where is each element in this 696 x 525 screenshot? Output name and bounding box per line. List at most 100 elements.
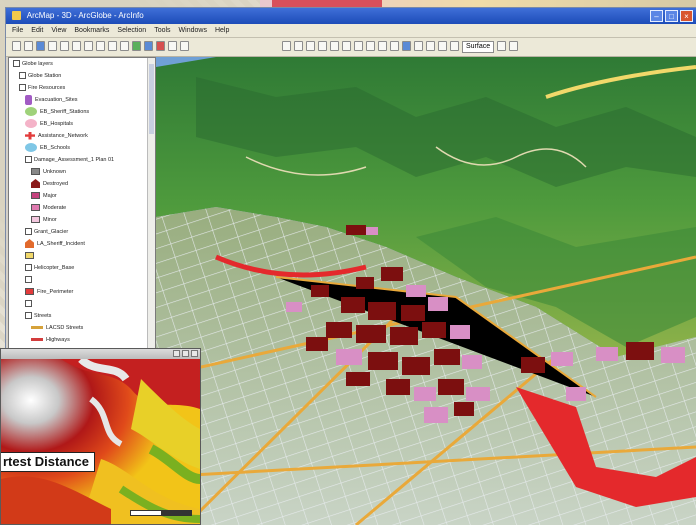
save-icon[interactable] (36, 41, 45, 51)
delete-icon[interactable] (96, 41, 105, 51)
toc-layer-label: Helicopter_Base (34, 265, 75, 271)
toc-layer-item[interactable]: Unknown (9, 166, 155, 178)
toc-layer-item[interactable]: Highways (9, 334, 155, 346)
measure-icon[interactable] (426, 41, 435, 51)
toc-layer-label: LA_Sheriff_Incident (37, 241, 85, 247)
find-icon[interactable] (414, 41, 423, 51)
close-button[interactable]: × (680, 10, 693, 22)
select-features-icon[interactable] (390, 41, 399, 51)
center-on-target-icon[interactable] (306, 41, 315, 51)
arctoolbox-icon[interactable] (156, 41, 165, 51)
pan-icon[interactable] (366, 41, 375, 51)
globe-icon[interactable] (144, 41, 153, 51)
toc-layer-item[interactable]: Streets (9, 310, 155, 322)
toc-layer-item[interactable]: Minor (9, 214, 155, 226)
identify-icon[interactable] (402, 41, 411, 51)
scene-properties-icon[interactable] (168, 41, 177, 51)
layer-properties-icon[interactable] (497, 41, 507, 51)
toc-layer-item[interactable]: Destroyed (9, 178, 155, 190)
menu-help[interactable]: Help (215, 24, 229, 37)
layer-checkbox[interactable] (19, 84, 26, 92)
set-observer-icon[interactable] (330, 41, 339, 51)
menu-selection[interactable]: Selection (117, 24, 146, 37)
round-symbol-icon (25, 119, 37, 129)
toc-layer-item[interactable] (9, 298, 155, 310)
layer-checkbox[interactable] (25, 156, 32, 164)
layer-checkbox[interactable] (25, 312, 32, 320)
toc-layer-label: Unknown (43, 169, 66, 175)
menu-bar: File Edit View Bookmarks Selection Tools… (6, 24, 696, 38)
print-icon[interactable] (48, 41, 57, 51)
shortest-distance-map[interactable]: rtest Distance (1, 359, 200, 524)
menu-view[interactable]: View (51, 24, 66, 37)
toc-layer-item[interactable]: Fire_Perimeter (9, 286, 155, 298)
toc-layer-item[interactable]: Fire Resources (9, 82, 155, 94)
inset-maximize-button[interactable] (182, 350, 189, 357)
toc-layer-item[interactable]: EB_Hospitals (9, 118, 155, 130)
zoom-to-target-icon[interactable] (318, 41, 327, 51)
toc-layer-label: Destroyed (43, 181, 69, 187)
inset-map-window: rtest Distance (0, 348, 201, 525)
toc-layer-item[interactable]: Grant_Glacier (9, 226, 155, 238)
toc-layer-label: Highways (46, 337, 70, 343)
globe-3d-view[interactable] (156, 57, 696, 525)
redo-icon[interactable] (120, 41, 129, 51)
cloud-symbol-icon (25, 143, 37, 153)
toc-layer-item[interactable]: Major (9, 190, 155, 202)
toc-layer-item[interactable] (9, 274, 155, 286)
toc-layer-item[interactable]: Evacuation_Sites (9, 94, 155, 106)
full-extent-icon[interactable] (378, 41, 387, 51)
menu-windows[interactable]: Windows (179, 24, 207, 37)
layer-checkbox[interactable] (25, 276, 32, 284)
menu-file[interactable]: File (12, 24, 23, 37)
add-data-icon[interactable] (132, 41, 141, 51)
help-icon[interactable] (180, 41, 189, 51)
standard-toolbar (12, 41, 189, 51)
line-symbol-icon (31, 338, 43, 342)
menu-tools[interactable]: Tools (154, 24, 170, 37)
layer-checkbox[interactable] (25, 300, 32, 308)
copy-icon[interactable] (72, 41, 81, 51)
zoom-in-icon[interactable] (342, 41, 351, 51)
toc-layer-item[interactable]: EB_Schools (9, 142, 155, 154)
layer-checkbox[interactable] (25, 264, 32, 272)
menu-bookmarks[interactable]: Bookmarks (74, 24, 109, 37)
toc-layer-label: Grant_Glacier (34, 229, 69, 235)
menu-edit[interactable]: Edit (31, 24, 43, 37)
toc-layer-item[interactable]: EB_Sheriff_Stations (9, 106, 155, 118)
animation-icon[interactable] (509, 41, 519, 51)
layer-checkbox[interactable] (19, 72, 26, 80)
maximize-button[interactable]: □ (665, 10, 678, 22)
tools-toolbar: Surface (282, 41, 519, 53)
toc-layer-label: Moderate (43, 205, 67, 211)
toc-layer-label: LACSD Streets (46, 325, 84, 331)
toc-layer-item[interactable]: Helicopter_Base (9, 262, 155, 274)
navigate-icon[interactable] (282, 41, 291, 51)
fly-icon[interactable] (294, 41, 303, 51)
toc-layer-item[interactable]: LACSD Streets (9, 322, 155, 334)
hyperlink-icon[interactable] (438, 41, 447, 51)
surface-dropdown[interactable]: Surface (462, 41, 495, 53)
undo-icon[interactable] (108, 41, 117, 51)
open-folder-icon[interactable] (24, 41, 33, 51)
inset-minimize-button[interactable] (173, 350, 180, 357)
toc-layer-item[interactable]: Moderate (9, 202, 155, 214)
paste-icon[interactable] (84, 41, 93, 51)
layer-checkbox[interactable] (13, 60, 20, 68)
toc-layer-item[interactable]: Globe layers (9, 58, 155, 70)
window-controls: – □ × (650, 10, 693, 22)
toc-layer-item[interactable]: LA_Sheriff_Incident (9, 238, 155, 250)
house-symbol-icon (31, 179, 40, 189)
toc-layer-item[interactable]: Damage_Assessment_1 Plan 01 (9, 154, 155, 166)
layer-checkbox[interactable] (25, 228, 32, 236)
minimize-button[interactable]: – (650, 10, 663, 22)
inset-close-button[interactable] (191, 350, 198, 357)
narrow-view-icon[interactable] (450, 41, 459, 51)
toc-layer-item[interactable] (9, 250, 155, 262)
toc-layer-item[interactable]: Assistance_Network (9, 130, 155, 142)
cut-icon[interactable] (60, 41, 69, 51)
zoom-out-icon[interactable] (354, 41, 363, 51)
toc-layer-label: EB_Hospitals (40, 121, 74, 127)
new-document-icon[interactable] (12, 41, 21, 51)
toc-layer-item[interactable]: Globe Station (9, 70, 155, 82)
